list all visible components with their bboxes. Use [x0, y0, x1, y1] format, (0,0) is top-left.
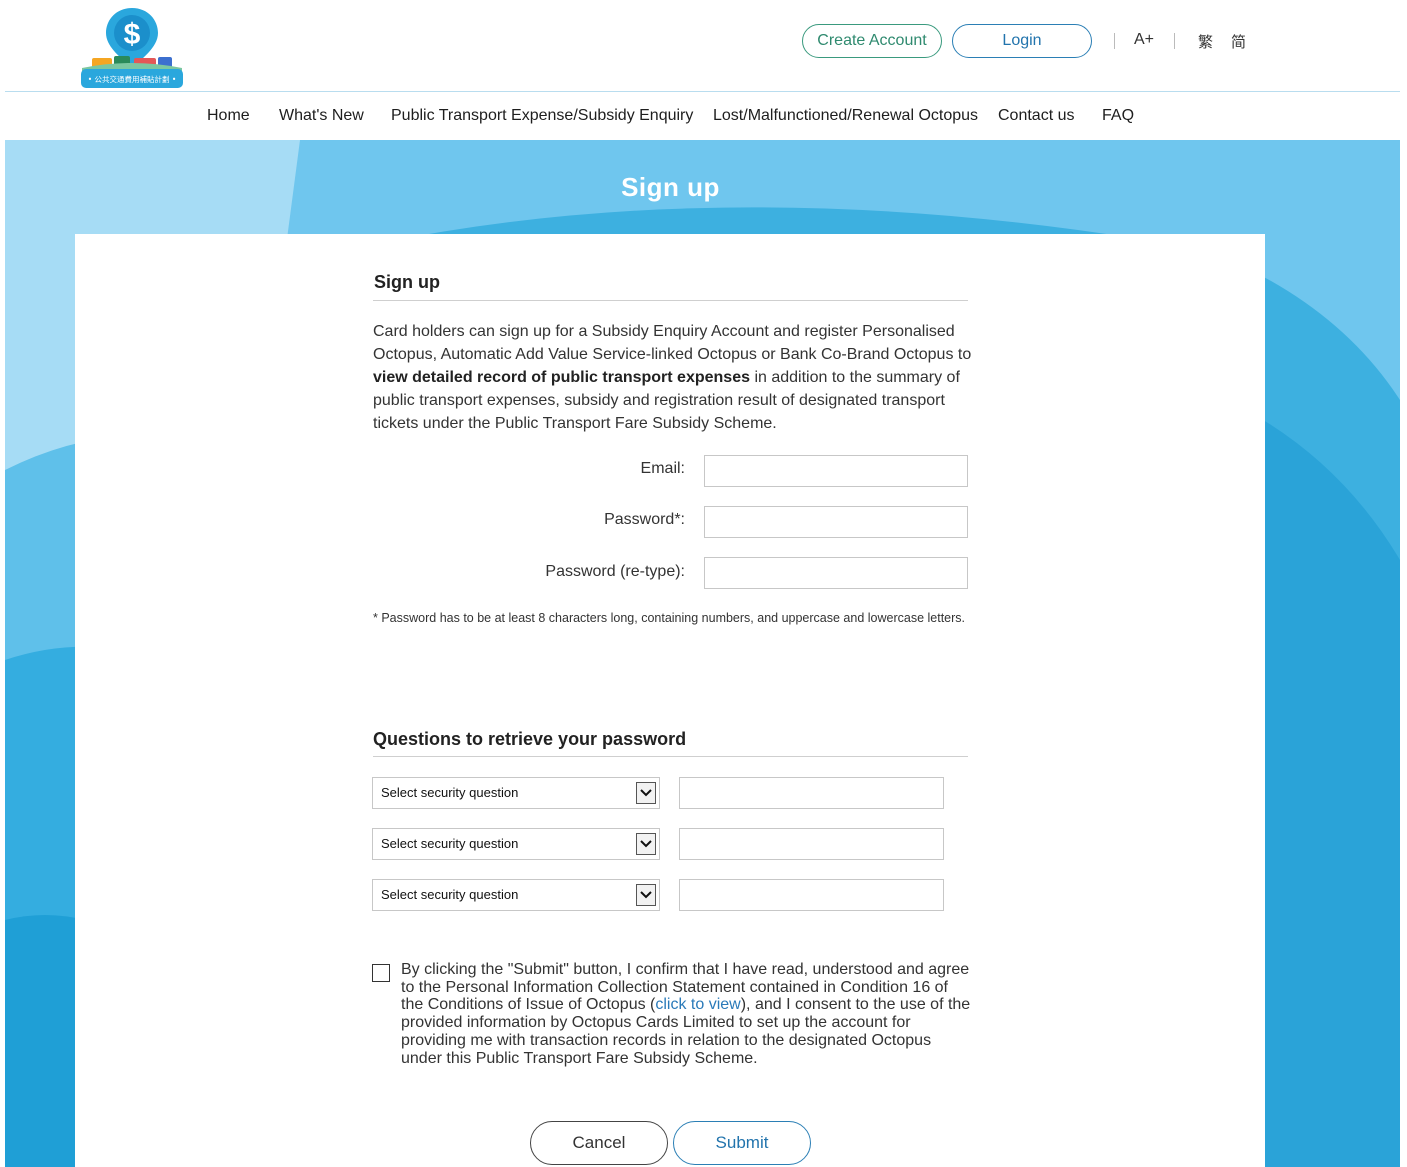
signup-section-title: Sign up [374, 272, 440, 292]
security-question-select-3[interactable]: Select security question [372, 879, 660, 911]
consent-checkbox[interactable] [372, 964, 390, 982]
header-divider [1114, 33, 1115, 49]
nav-item-whats-new[interactable]: What's New [279, 107, 364, 125]
nav-item-home[interactable]: Home [207, 107, 250, 125]
security-question-select-2[interactable]: Select security question [372, 828, 660, 860]
password-retype-field[interactable] [704, 557, 968, 589]
cancel-button[interactable]: Cancel [530, 1121, 668, 1165]
security-answer-input-3[interactable] [679, 879, 944, 911]
select-value: Select security question [381, 836, 519, 851]
page: $ • 公共交通費用補貼計劃 • Create Account Login A+… [0, 0, 1407, 1167]
password-field[interactable] [704, 506, 968, 538]
logo-dollar-symbol: $ [124, 18, 141, 51]
security-answer-input-2[interactable] [679, 828, 944, 860]
subsidy-scheme-logo[interactable]: $ • 公共交通費用補貼計劃 • [78, 6, 186, 90]
click-to-view-link[interactable]: click to view [655, 996, 740, 1013]
header-divider [1174, 33, 1175, 49]
nav-item-faq[interactable]: FAQ [1102, 107, 1134, 125]
section-divider [373, 300, 968, 301]
submit-button[interactable]: Submit [673, 1121, 811, 1165]
nav-item-expense-enquiry[interactable]: Public Transport Expense/Subsidy Enquiry [391, 107, 693, 125]
chevron-down-icon[interactable] [636, 884, 656, 906]
security-answer-input-1[interactable] [679, 777, 944, 809]
signup-intro-text: Card holders can sign up for a Subsidy E… [373, 320, 973, 435]
nav-item-lost-octopus[interactable]: Lost/Malfunctioned/Renewal Octopus [713, 107, 978, 125]
page-title: Sign up [621, 172, 720, 202]
email-label: Email: [640, 460, 685, 477]
main-nav: Home What's New Public Transport Expense… [0, 92, 1407, 140]
section-divider [373, 756, 968, 757]
chevron-down-icon[interactable] [636, 782, 656, 804]
security-question-select-1[interactable]: Select security question [372, 777, 660, 809]
lang-simplified-chinese[interactable]: 简 [1231, 31, 1246, 52]
consent-statement: By clicking the "Submit" button, I confi… [401, 961, 971, 1067]
password-requirement-note: * Password has to be at least 8 characte… [373, 611, 966, 625]
lang-traditional-chinese[interactable]: 繁 [1198, 31, 1213, 52]
password-label: Password*: [604, 511, 685, 528]
select-value: Select security question [381, 887, 519, 902]
security-section-title: Questions to retrieve your password [373, 729, 687, 749]
password-retype-label: Password (re-type): [545, 563, 685, 580]
nav-item-contact-us[interactable]: Contact us [998, 107, 1074, 125]
font-size-toggle[interactable]: A+ [1134, 31, 1154, 49]
intro-emphasis: view detailed record of public transport… [373, 369, 750, 386]
intro-text-part: Card holders can sign up for a Subsidy E… [373, 323, 972, 363]
email-field[interactable] [704, 455, 968, 487]
select-value: Select security question [381, 785, 519, 800]
chevron-down-icon[interactable] [636, 833, 656, 855]
create-account-button[interactable]: Create Account [802, 24, 942, 58]
login-button[interactable]: Login [952, 24, 1092, 58]
logo-caption: • 公共交通費用補貼計劃 • [88, 74, 177, 84]
site-header: $ • 公共交通費用補貼計劃 • Create Account Login A+… [0, 0, 1407, 92]
